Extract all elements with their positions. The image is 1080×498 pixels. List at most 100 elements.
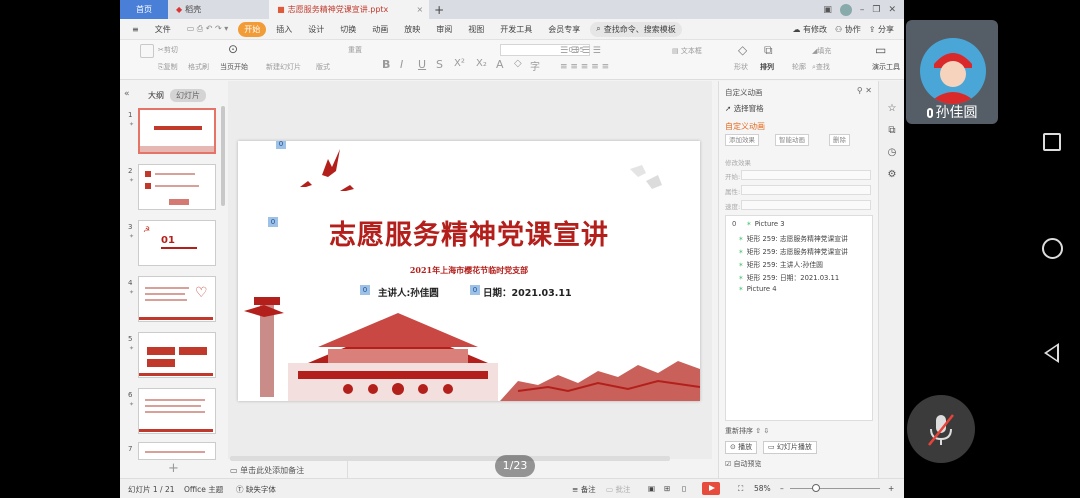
minimize-icon[interactable]: –	[860, 5, 865, 15]
play-circle-icon[interactable]: ⊙	[228, 42, 238, 56]
slide-title[interactable]: 志愿服务精神党课宣讲	[238, 213, 700, 252]
restore-icon[interactable]: ❐	[872, 5, 880, 15]
quick-access-icons[interactable]: ▭ ⎙ ↶ ↷ ▾	[181, 22, 235, 36]
zoom-level[interactable]: 58%	[754, 484, 771, 493]
menu-animation[interactable]: 动画	[366, 22, 394, 37]
tab-docer[interactable]: ◆ 稻壳	[168, 0, 209, 19]
fit-window-icon[interactable]: ⛶	[738, 484, 743, 494]
play-button[interactable]: ⊙ 播放	[725, 441, 758, 454]
reset-button[interactable]: 重置	[348, 45, 362, 55]
zoom-in-icon[interactable]: +	[888, 484, 894, 493]
align-icons-row2[interactable]: ≡ ≡ ≡ ≡ ≡	[560, 62, 609, 72]
anim-order-tag[interactable]: 0	[276, 141, 286, 149]
menu-transition[interactable]: 切换	[334, 22, 362, 37]
menu-home[interactable]: 开始	[238, 21, 267, 37]
zoom-slider-track[interactable]	[790, 488, 880, 489]
subscript-icon[interactable]: X₂	[476, 58, 487, 69]
menu-slideshow[interactable]: 放映	[398, 22, 426, 37]
presentation-tool-icon[interactable]: ▭	[875, 43, 886, 57]
slide-thumb-1[interactable]	[138, 108, 216, 154]
zoom-slider-knob[interactable]	[812, 484, 820, 492]
start-select[interactable]	[741, 170, 871, 180]
italic-icon[interactable]: I	[400, 58, 403, 71]
slide[interactable]: 志愿服务精神党课宣讲 2021年上海市樱花节临时党支部 主讲人:孙佳圆 日期：2…	[238, 141, 700, 401]
bold-icon[interactable]: B	[382, 58, 390, 71]
find-button[interactable]: ⌕查找	[812, 62, 830, 72]
move-up-icon[interactable]: ⇧	[755, 427, 761, 435]
text-box-button[interactable]: ▤ 文本框	[672, 46, 702, 56]
add-slide-icon[interactable]: +	[168, 461, 179, 476]
hamburger-icon[interactable]: ≡	[126, 23, 145, 36]
shadow-text-icon[interactable]: S	[436, 58, 443, 71]
fill-button[interactable]: ◢填充	[812, 46, 831, 56]
copy-button[interactable]: ⎘复制	[158, 62, 178, 72]
shapes-button[interactable]: 形状	[734, 62, 748, 72]
shapes-icon[interactable]: ◇	[738, 43, 747, 57]
paste-icon[interactable]	[140, 44, 154, 58]
slide-thumb-6[interactable]	[138, 388, 216, 434]
move-down-icon[interactable]: ⇩	[763, 427, 769, 435]
anim-list-item[interactable]: ✶ 矩形 259: 志愿服务精神党课宣讲	[738, 233, 848, 243]
recent-apps-button[interactable]	[1043, 133, 1061, 151]
pin-icon[interactable]: ⚲	[857, 86, 863, 95]
align-icons-row1[interactable]: ☰ ☰ ☰ ☰	[560, 46, 601, 56]
theme-name[interactable]: Office 主题	[184, 484, 223, 495]
zoom-out-icon[interactable]: –	[780, 484, 784, 493]
menu-design[interactable]: 设计	[302, 22, 330, 37]
slide-subtitle[interactable]: 2021年上海市樱花节临时党支部	[238, 265, 700, 276]
grid-view-icon[interactable]: ⊞	[664, 484, 670, 493]
tab-outline[interactable]: 大纲	[148, 90, 164, 101]
back-button[interactable]	[1044, 343, 1059, 363]
mute-mic-button[interactable]	[907, 395, 975, 463]
arrange-button[interactable]: 排列	[760, 62, 774, 72]
smart-animation-button[interactable]: 智能动画	[775, 134, 809, 146]
user-avatar-small[interactable]	[839, 3, 852, 16]
slide-thumb-5[interactable]	[138, 332, 216, 378]
menu-member[interactable]: 会员专享	[542, 22, 586, 37]
speed-select[interactable]	[741, 200, 871, 210]
close-tab-icon[interactable]: ×	[416, 5, 423, 14]
tab-slides[interactable]: 幻灯片	[170, 89, 206, 102]
home-button[interactable]	[1042, 238, 1063, 259]
outline-button[interactable]: 轮廓	[792, 62, 806, 72]
delete-effect-button[interactable]: 删除	[829, 134, 850, 146]
layout-icon[interactable]: ▣	[823, 5, 832, 15]
eraser-icon[interactable]: ◇	[514, 58, 522, 69]
new-tab-button[interactable]: +	[429, 0, 449, 19]
anim-order-tag[interactable]: 0	[268, 217, 278, 227]
superscript-icon[interactable]: X²	[454, 58, 465, 69]
reading-view-icon[interactable]: ▯	[682, 484, 686, 493]
slide-thumb-4[interactable]: ♡	[138, 276, 216, 322]
settings-sliders-icon[interactable]: ⚙	[886, 169, 898, 181]
slide-thumb-2[interactable]	[138, 164, 216, 210]
changes-button[interactable]: ☁ 有修改	[792, 24, 827, 35]
tab-home[interactable]: 首页	[120, 0, 168, 19]
share-button[interactable]: ⇪ 分享	[869, 24, 894, 35]
new-slide-button[interactable]: 新建幻灯片	[266, 62, 301, 72]
slideshow-button[interactable]: ▭ 幻灯片播放	[763, 441, 817, 454]
close-window-icon[interactable]: ✕	[888, 5, 896, 15]
menu-developer[interactable]: 开发工具	[494, 22, 538, 37]
anim-list-item[interactable]: ✶ 矩形 259: 主讲人:孙佳圆	[738, 259, 823, 269]
property-select[interactable]	[741, 185, 871, 195]
presentation-tool-button[interactable]: 演示工具	[872, 62, 900, 72]
notes-toggle[interactable]: ≡ 备注	[572, 484, 596, 495]
cut-button[interactable]: ✂剪切	[158, 45, 178, 55]
auto-preview-checkbox[interactable]: ☑ 自动预览	[725, 459, 762, 469]
anim-list-item[interactable]: ✶ 矩形 259: 志愿服务精神党课宣讲	[738, 246, 848, 256]
normal-view-icon[interactable]: ▣	[648, 484, 655, 493]
clock-icon[interactable]: ◷	[886, 147, 898, 159]
slideshow-play-button[interactable]	[702, 482, 720, 495]
menu-insert[interactable]: 插入	[270, 22, 298, 37]
missing-font-button[interactable]: Ⓣ 缺失字体	[236, 484, 276, 495]
menu-view[interactable]: 视图	[462, 22, 490, 37]
anim-list-item[interactable]: 0 ✶ Picture 3	[732, 220, 785, 228]
arrange-icon[interactable]: ⧉	[764, 43, 773, 58]
participant-video-tile[interactable]: 孙佳圆	[906, 20, 998, 124]
canvas-horizontal-scrollbar[interactable]	[230, 456, 670, 461]
close-panel-icon[interactable]: ✕	[865, 86, 872, 95]
add-notes-hint[interactable]: ▭ 单击此处添加备注	[230, 465, 304, 476]
tab-document[interactable]: ■ 志愿服务精神党课宣讲.pptx ×	[269, 0, 430, 19]
font-color-icon[interactable]: A	[496, 58, 504, 71]
menu-review[interactable]: 审阅	[430, 22, 458, 37]
